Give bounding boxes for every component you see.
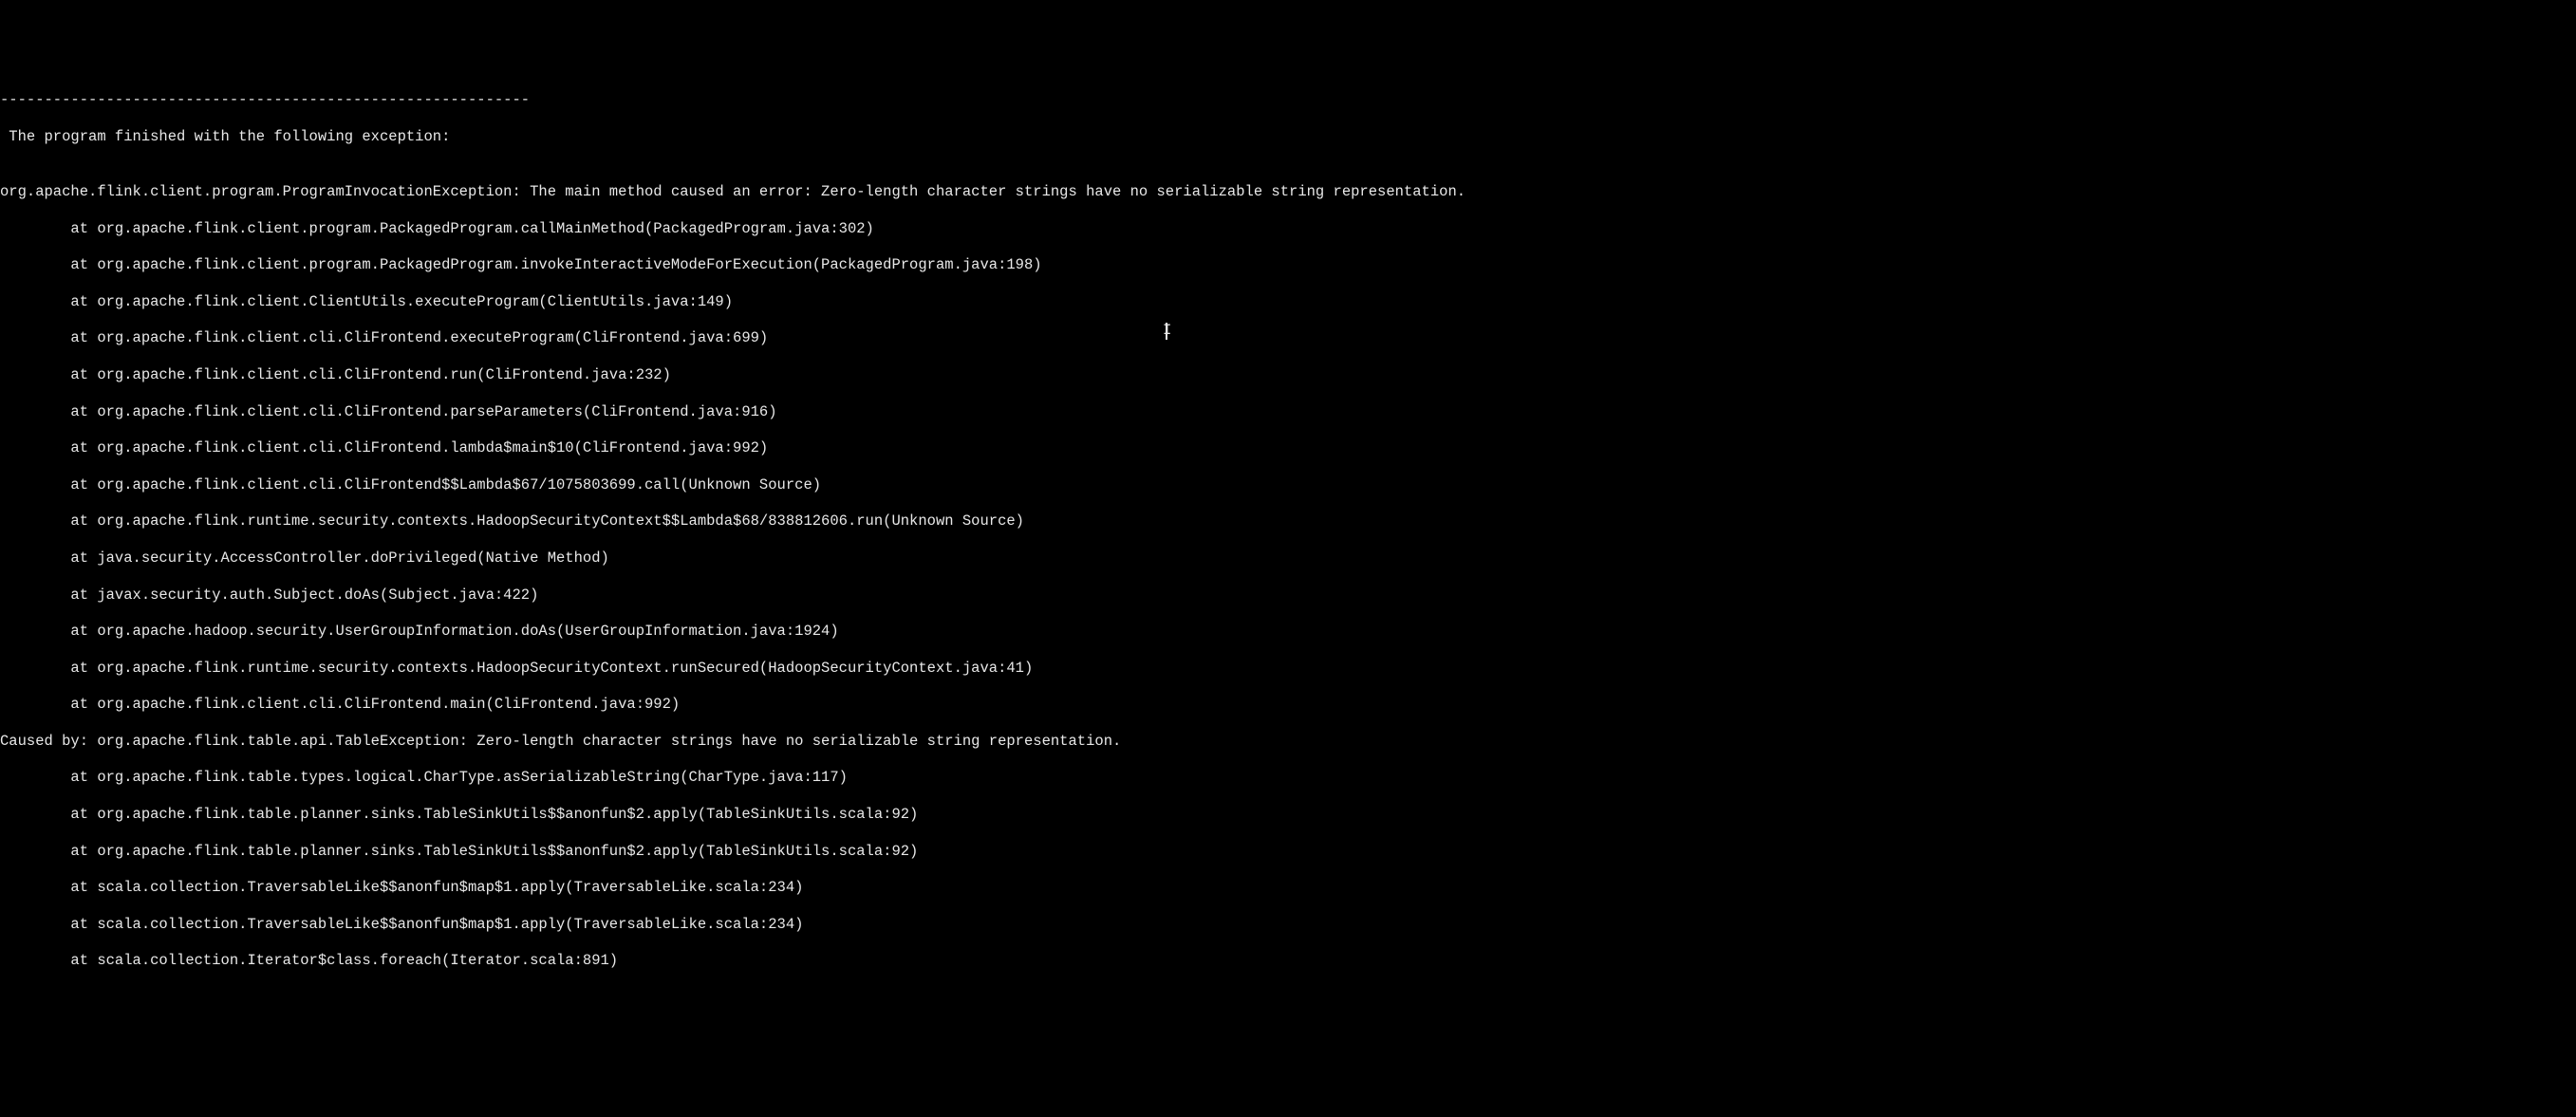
caused-stack-line: at scala.collection.TraversableLike$$ano… (0, 916, 2576, 934)
caused-stack-line: at scala.collection.Iterator$class.forea… (0, 952, 2576, 970)
stack-line: at org.apache.flink.client.cli.CliFronte… (0, 696, 2576, 714)
caused-stack-line: at org.apache.flink.table.types.logical.… (0, 769, 2576, 787)
stack-line: at java.security.AccessController.doPriv… (0, 549, 2576, 568)
terminal-output[interactable]: ----------------------------------------… (0, 73, 2576, 989)
stack-line: at org.apache.flink.client.program.Packa… (0, 220, 2576, 238)
separator-line: ----------------------------------------… (0, 91, 2576, 109)
caused-stack-line: at org.apache.flink.table.planner.sinks.… (0, 843, 2576, 861)
stack-line: at org.apache.flink.runtime.security.con… (0, 512, 2576, 531)
stack-line: at org.apache.flink.client.ClientUtils.e… (0, 293, 2576, 311)
caused-stack-line: at scala.collection.TraversableLike$$ano… (0, 879, 2576, 897)
stack-line: at javax.security.auth.Subject.doAs(Subj… (0, 586, 2576, 605)
stack-line: at org.apache.flink.client.cli.CliFronte… (0, 329, 2576, 347)
stack-line: at org.apache.flink.client.program.Packa… (0, 256, 2576, 274)
text-cursor-icon (1166, 323, 1167, 340)
stack-line: at org.apache.flink.runtime.security.con… (0, 660, 2576, 678)
caused-stack-line: at org.apache.flink.table.planner.sinks.… (0, 806, 2576, 824)
stack-line: at org.apache.flink.client.cli.CliFronte… (0, 403, 2576, 421)
stack-line: at org.apache.flink.client.cli.CliFronte… (0, 366, 2576, 384)
stack-line: at org.apache.hadoop.security.UserGroupI… (0, 623, 2576, 641)
exception-line: org.apache.flink.client.program.ProgramI… (0, 183, 2576, 201)
caused-by-line: Caused by: org.apache.flink.table.api.Ta… (0, 733, 2576, 751)
stack-line: at org.apache.flink.client.cli.CliFronte… (0, 476, 2576, 494)
header-line: The program finished with the following … (0, 128, 2576, 146)
stack-line: at org.apache.flink.client.cli.CliFronte… (0, 439, 2576, 457)
